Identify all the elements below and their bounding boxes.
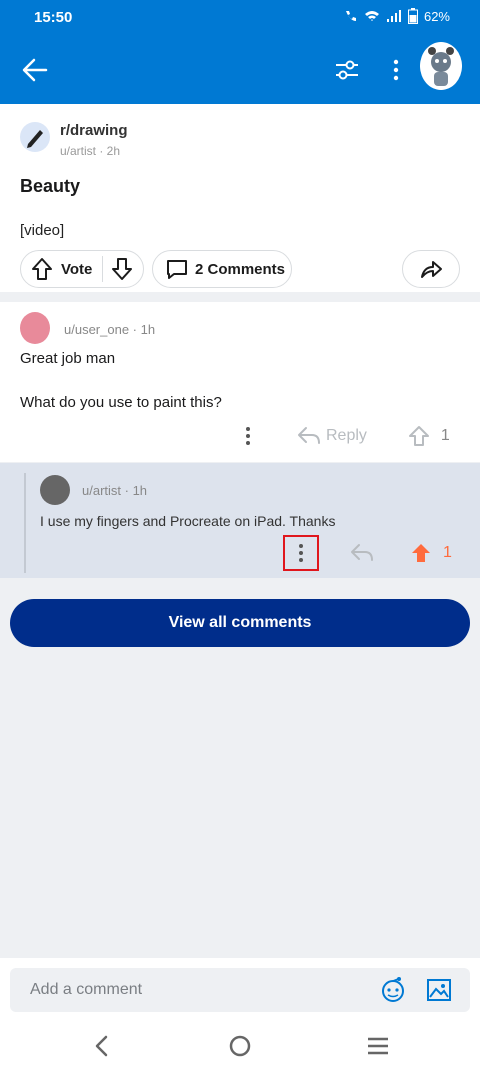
reply-icon[interactable] — [296, 425, 322, 447]
post-title: Beauty — [20, 176, 81, 196]
arrow-left-icon[interactable] — [20, 56, 50, 84]
vote-divider — [102, 256, 104, 282]
status-bar: 15:50 62% — [0, 0, 480, 36]
add-comment-field[interactable]: Add a comment — [10, 968, 470, 1012]
share-icon — [421, 261, 442, 278]
comments-label: 2 Comments — [195, 260, 286, 278]
comment-avatar[interactable] — [40, 475, 70, 505]
sliders-icon[interactable] — [333, 56, 361, 84]
comment-avatar[interactable] — [20, 312, 50, 344]
comments-button[interactable]: 2 Comments — [152, 250, 292, 288]
subreddit-icon[interactable] — [20, 122, 50, 152]
comment-username[interactable]: u/user_one · 1h — [64, 322, 155, 337]
view-all-comments-button[interactable]: View all comments — [10, 599, 470, 647]
wifi-call-icon — [345, 11, 356, 21]
system-nav-bar — [0, 1018, 480, 1071]
upvote-filled-icon[interactable] — [409, 541, 433, 565]
nav-home-icon[interactable] — [226, 1032, 254, 1060]
battery-percent: 62% — [423, 8, 450, 24]
more-vertical-icon[interactable] — [238, 424, 258, 448]
image-icon[interactable] — [424, 975, 454, 1005]
selection-highlight — [283, 535, 319, 571]
downvote-icon[interactable] — [107, 254, 137, 284]
snoo-sticker-icon[interactable] — [378, 975, 408, 1005]
thread-line[interactable] — [24, 473, 26, 573]
post-card: r/drawing u/artist · 2h Beauty [video] V… — [0, 104, 480, 292]
nav-menu-icon[interactable] — [364, 1032, 392, 1060]
section-divider — [0, 292, 480, 302]
wifi-icon — [364, 11, 379, 21]
comment-score: 1 — [440, 427, 450, 444]
comment-text-line2: What do you use to paint this? — [20, 394, 222, 411]
comment-actions: Reply 1 — [238, 424, 450, 448]
post-meta: u/artist · 2h — [60, 144, 121, 158]
comment-composer: Add a comment — [0, 958, 480, 1018]
snoo-avatar-icon — [420, 45, 462, 87]
subreddit-name[interactable]: r/drawing — [60, 122, 128, 139]
avatar[interactable] — [420, 42, 462, 90]
comment-bubble-icon — [167, 260, 187, 279]
upvote-icon[interactable] — [27, 254, 57, 284]
reply-icon[interactable] — [349, 542, 375, 564]
upvote-icon[interactable] — [407, 424, 431, 448]
signal-icon — [386, 10, 401, 22]
comment-reply: u/artist · 1h I use my fingers and Procr… — [0, 463, 480, 578]
reply-label[interactable]: Reply — [326, 427, 367, 445]
share-button[interactable] — [402, 250, 460, 288]
comment-text: I use my fingers and Procreate on iPad. … — [40, 513, 336, 529]
app-bar — [0, 36, 480, 104]
comment-username[interactable]: u/artist · 1h — [82, 483, 147, 498]
comment-text: Great job man — [20, 350, 116, 367]
vote-control: Vote — [20, 250, 144, 288]
status-icons: 62% — [344, 8, 450, 24]
comment-score: 1 — [443, 544, 452, 561]
status-time: 15:50 — [34, 9, 73, 26]
comment: u/user_one · 1h Great job man What do yo… — [0, 302, 480, 462]
add-comment-placeholder[interactable]: Add a comment — [30, 981, 378, 999]
vote-label: Vote — [61, 260, 93, 278]
nav-back-icon[interactable] — [88, 1032, 116, 1060]
battery-icon — [407, 8, 418, 24]
post-body: [video] — [20, 222, 65, 239]
more-vertical-icon[interactable] — [386, 56, 406, 84]
pencil-icon — [27, 130, 43, 148]
